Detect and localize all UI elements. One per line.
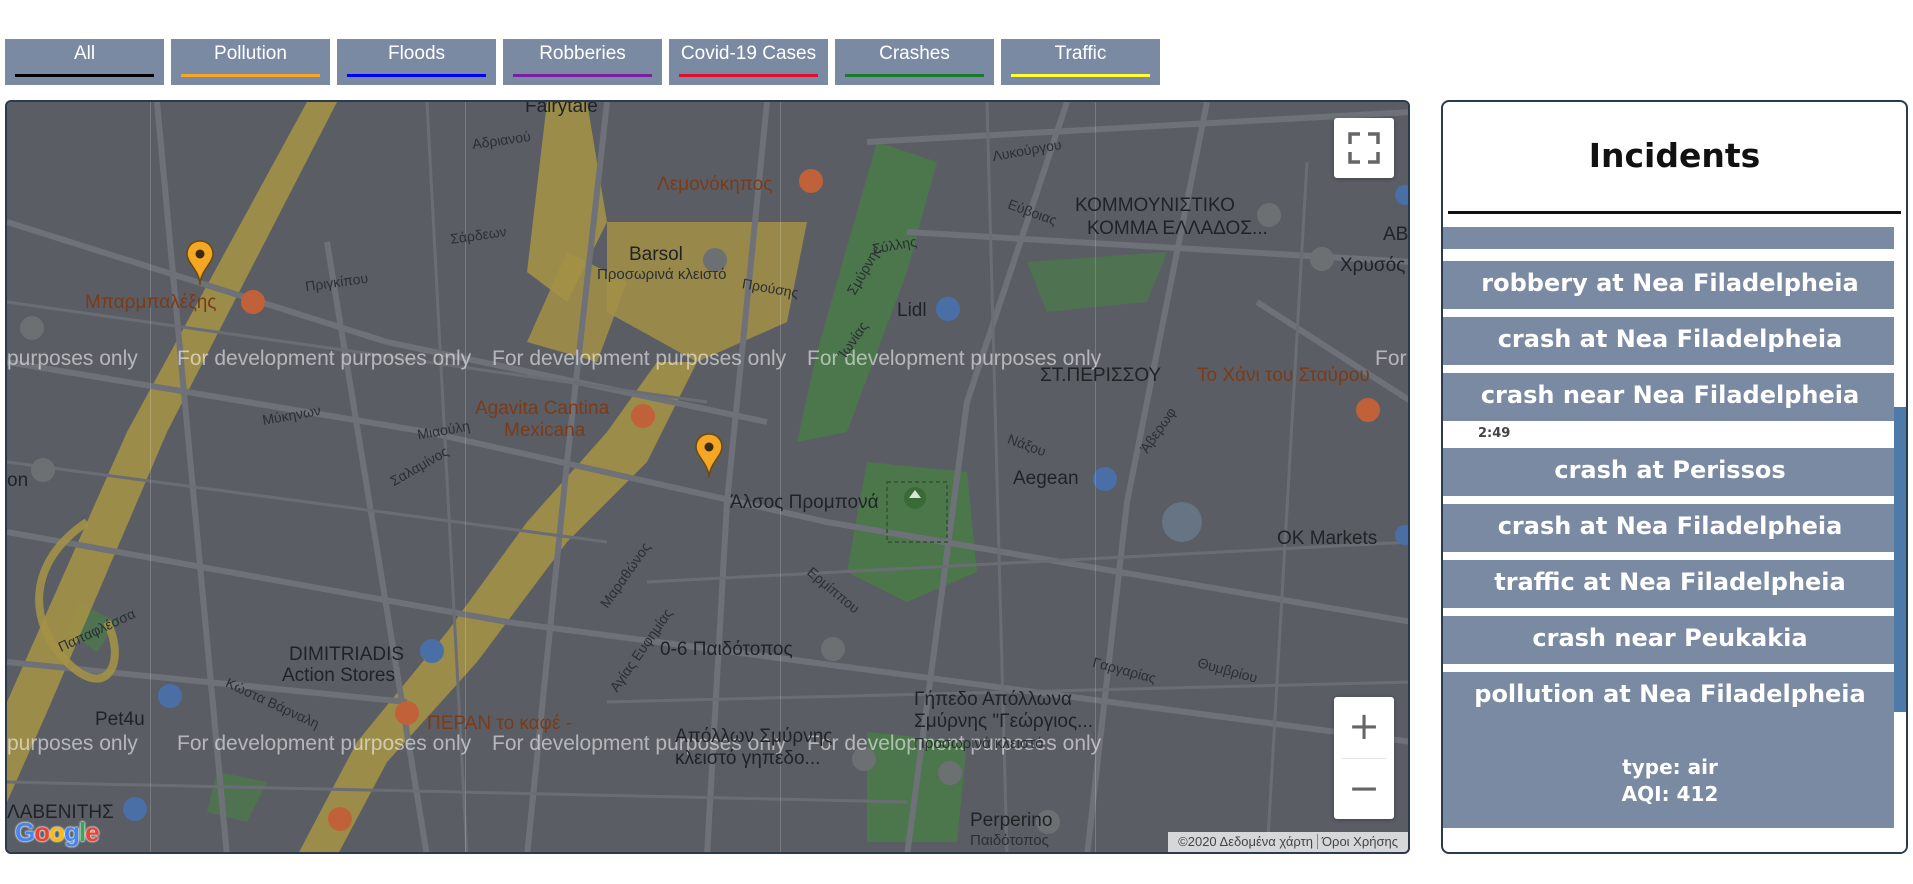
app-root: All Pollution Floods Robberies Covid-19 … — [0, 0, 1913, 884]
incidents-panel: Incidents robbery at Nea Filadelpheia cr… — [1441, 100, 1908, 854]
dev-watermark: For development purposes only — [177, 732, 472, 755]
dev-watermark: For — [1375, 347, 1407, 370]
filter-robberies-button[interactable]: Robberies — [503, 39, 662, 85]
incident-title: crash at Perissos — [1554, 456, 1786, 484]
poi-label: Fairytale — [525, 100, 598, 117]
incident-list[interactable]: robbery at Nea Filadelpheia crash at Nea… — [1443, 214, 1906, 852]
zoom-controls: + − — [1334, 697, 1394, 819]
incident-type: type: air — [1622, 755, 1718, 779]
zoom-out-button[interactable]: − — [1334, 759, 1394, 819]
incident-item[interactable]: crash at Nea Filadelpheia — [1443, 317, 1897, 365]
incident-marker[interactable] — [694, 432, 724, 480]
filter-underline — [513, 74, 652, 77]
incident-title: crash at Nea Filadelpheia — [1497, 512, 1843, 540]
poi-label: DIMITRIADIS — [289, 644, 405, 665]
incident-item[interactable]: robbery at Nea Filadelpheia — [1443, 261, 1897, 309]
incident-aqi: AQI: 412 — [1621, 782, 1719, 806]
filter-underline — [845, 74, 984, 77]
poi-label: Άλσος Προμπονά — [730, 492, 879, 513]
poi-label: Agavita Cantina — [475, 398, 610, 419]
tile-seam — [150, 102, 151, 852]
poi-label: Προσωρινά κλειστό — [597, 266, 727, 283]
incident-title: robbery at Nea Filadelpheia — [1481, 269, 1859, 297]
filter-label: Traffic — [1054, 43, 1107, 64]
poi-label: Γήπεδο Απόλλωνα — [914, 689, 1073, 710]
map-data-credit: ©2020 Δεδομένα χάρτη — [1178, 834, 1313, 849]
dev-watermark: For development purposes only — [177, 347, 472, 370]
incident-title: crash near Nea Filadelpheia — [1480, 381, 1860, 409]
poi-label: Παιδότοπος — [970, 832, 1049, 849]
filter-underline — [15, 74, 154, 77]
filter-label: Covid-19 Cases — [680, 43, 817, 64]
poi-label: Lidl — [897, 300, 927, 321]
filter-underline — [1011, 74, 1150, 77]
incident-item[interactable]: crash near Nea Filadelpheia — [1443, 373, 1897, 421]
incident-item[interactable]: crash near Peukakia — [1443, 616, 1897, 664]
poi-label: Το Χάνι του Σταύρου — [1197, 365, 1370, 386]
poi-label: ΑΒ — [1383, 224, 1409, 245]
poi-label: Απόλλων Σμύρνης — [675, 726, 833, 747]
poi-label: Χρυσός — [1340, 255, 1406, 276]
poi-label: Λεμονόκηπος — [657, 174, 773, 195]
filter-underline — [347, 74, 486, 77]
poi-label: Σμύρνης "Γεώργιος... — [914, 711, 1093, 732]
poi-label: ΚΟΜΜΑ ΕΛΛΑΔΟΣ... — [1087, 218, 1268, 239]
poi-label: Μπαρμπαλέξης — [85, 292, 217, 313]
incident-title: traffic at Nea Filadelpheia — [1494, 568, 1846, 596]
poi-label: Aegean — [1013, 468, 1079, 489]
poi-label: Perperino — [970, 810, 1053, 831]
incident-item-expanded[interactable]: pollution at Nea Filadelpheia type: air … — [1443, 672, 1897, 828]
filter-underline — [679, 74, 818, 77]
filter-all-button[interactable]: All — [5, 39, 164, 85]
incident-item-partial[interactable] — [1443, 227, 1897, 249]
incident-title: crash near Peukakia — [1532, 624, 1808, 652]
filter-pollution-button[interactable]: Pollution — [171, 39, 330, 85]
filter-label: Crashes — [879, 43, 950, 64]
scrollbar-thumb[interactable] — [1894, 407, 1906, 712]
incident-title: crash at Nea Filadelpheia — [1497, 325, 1843, 353]
poi-label: Action Stores — [282, 665, 395, 686]
panel-title: Incidents — [1588, 136, 1761, 175]
incident-title: pollution at Nea Filadelpheia — [1474, 680, 1866, 708]
time-label: 2:49 — [1478, 426, 1511, 441]
filter-label: Pollution — [214, 43, 287, 64]
filter-label: All — [73, 43, 96, 64]
incident-item[interactable]: traffic at Nea Filadelpheia — [1443, 560, 1897, 608]
poi-label: Pet4u — [95, 709, 145, 730]
poi-label: ΣΤ.ΠΕΡΙΣΣΟΥ — [1040, 365, 1162, 386]
poi-label: Barsol — [629, 244, 683, 265]
map[interactable]: purposes only For development purposes o… — [5, 100, 1410, 854]
dev-watermark: purposes only — [7, 732, 138, 755]
google-logo: Google — [15, 817, 100, 847]
poi-label: ΚΟΜΜΟΥΝΙΣΤΙΚΟ — [1075, 195, 1235, 216]
filter-covid-button[interactable]: Covid-19 Cases — [669, 39, 828, 85]
fullscreen-icon — [1348, 132, 1380, 164]
poi-label: ΠΕΡΑΝ το καφέ - — [427, 713, 573, 734]
filter-label: Floods — [387, 43, 446, 64]
poi-label: 0-6 Παιδότοπος — [660, 639, 793, 660]
poi-label: Προσωρινά κλειστό — [914, 735, 1044, 752]
zoom-in-button[interactable]: + — [1334, 697, 1394, 757]
incident-item[interactable]: crash at Perissos — [1443, 448, 1897, 496]
filter-underline — [181, 74, 320, 77]
incident-marker[interactable] — [185, 239, 215, 287]
filter-traffic-button[interactable]: Traffic — [1001, 39, 1160, 85]
dev-watermark: For development purposes only — [492, 347, 787, 370]
poi-label: OK Markets — [1277, 528, 1378, 549]
dev-watermark: purposes only — [7, 347, 138, 370]
poi-label: Mexicana — [504, 420, 586, 441]
terms-link[interactable]: Όροι Χρήσης — [1316, 834, 1402, 849]
map-attribution: ©2020 Δεδομένα χάρτη Όροι Χρήσης — [1168, 832, 1408, 852]
filter-label: Robberies — [539, 43, 626, 64]
fullscreen-button[interactable] — [1334, 118, 1394, 178]
filter-crashes-button[interactable]: Crashes — [835, 39, 994, 85]
poi-label: κλειστό γηπεδο... — [675, 748, 821, 769]
incident-item[interactable]: crash at Nea Filadelpheia — [1443, 504, 1897, 552]
filter-floods-button[interactable]: Floods — [337, 39, 496, 85]
poi-label: on — [7, 470, 29, 491]
